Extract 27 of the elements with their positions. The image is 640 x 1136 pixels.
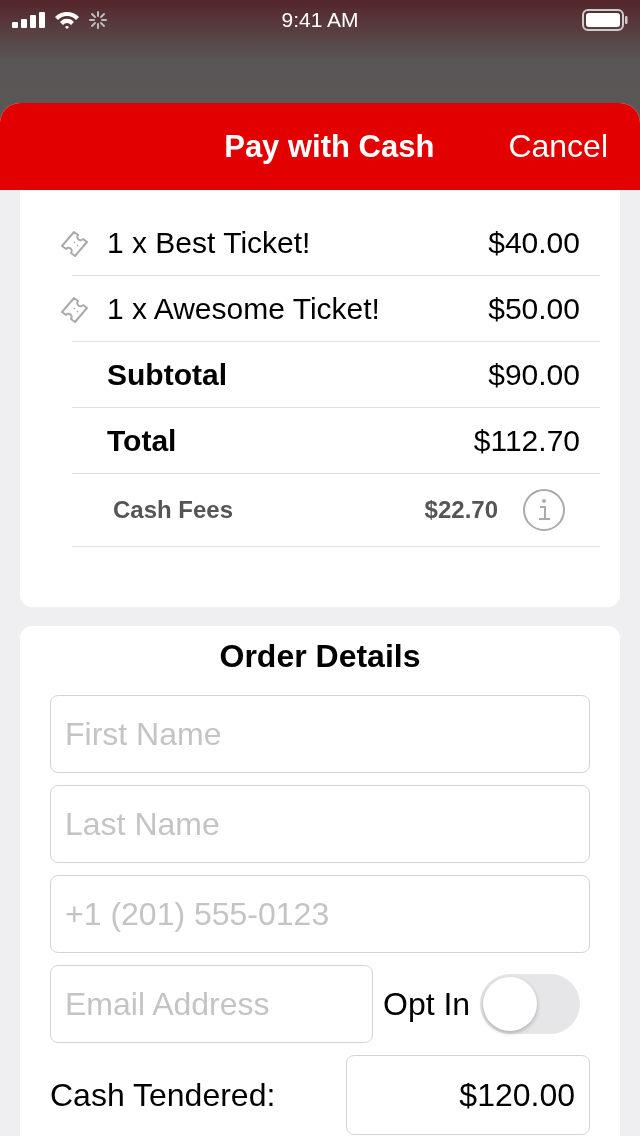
battery-icon	[582, 9, 628, 31]
wifi-icon	[54, 11, 80, 29]
cancel-button[interactable]: Cancel	[508, 128, 608, 165]
status-time: 9:41 AM	[280, 8, 360, 32]
input-field[interactable]: +1 (201) 555-0123	[50, 875, 590, 953]
line-item-label: 1 x Awesome Ticket!	[107, 291, 381, 326]
line-item-label: Cash Fees	[112, 496, 235, 524]
line-item-label: Subtotal	[106, 357, 228, 392]
line-item-amount: $90.00	[488, 357, 581, 392]
line-item-label: Total	[106, 423, 178, 458]
opt-in-toggle[interactable]	[480, 974, 581, 1034]
input-field[interactable]: Last Name	[50, 785, 590, 863]
cash-tendered-label: Cash Tendered:	[50, 1076, 276, 1114]
email-field[interactable]: Email Address	[50, 965, 373, 1043]
signal-icon	[12, 12, 46, 28]
cash-tendered-field[interactable]: $120.00	[346, 1055, 590, 1135]
line-item-amount: $50.00	[488, 291, 581, 326]
info-icon[interactable]	[522, 488, 566, 532]
line-item-amount: $112.70	[473, 423, 581, 458]
line-item-amount: $40.00	[488, 225, 581, 260]
activity-spinner-icon	[88, 10, 108, 30]
input-field[interactable]: First Name	[50, 695, 590, 773]
section-title: Order Details	[218, 638, 422, 676]
header-title: Pay with Cash	[224, 128, 435, 165]
line-item-amount: $22.70	[424, 496, 499, 524]
line-item-label: 1 x Best Ticket!	[107, 225, 312, 260]
opt-in-label: Opt In	[383, 985, 471, 1023]
